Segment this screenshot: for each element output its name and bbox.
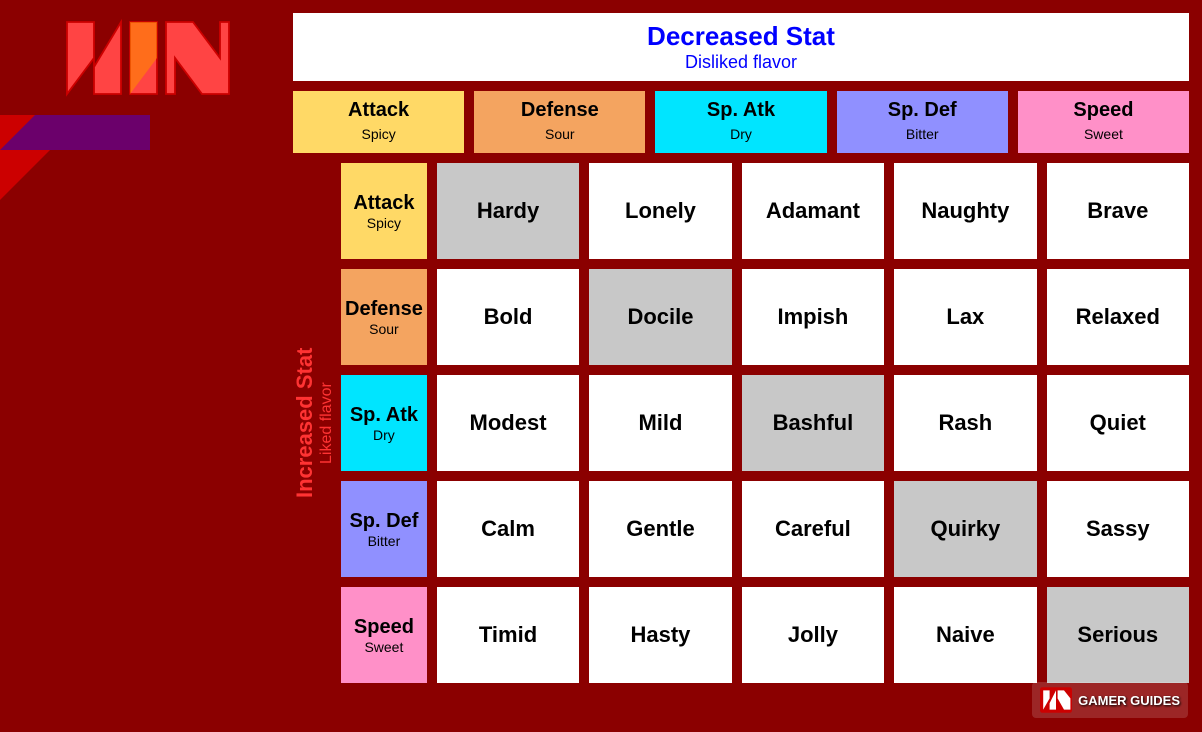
nature-cell-serious: Serious [1044,584,1192,686]
nature-cell-mild: Mild [586,372,734,474]
row-headers: Attack Spicy Defense Sour Sp. Atk Dry Sp… [338,160,430,686]
row-attack-flavor: Spicy [367,215,401,231]
nature-cell-adamant: Adamant [739,160,887,262]
row-header-spatk: Sp. Atk Dry [338,372,430,474]
decreased-stat-header: Decreased Stat Disliked flavor [290,10,1192,84]
main-container: Decreased Stat Disliked flavor Attack Sp… [0,0,1202,732]
disliked-flavor-subtitle: Disliked flavor [297,52,1185,73]
nature-cell-sassy: Sassy [1044,478,1192,580]
liked-flavor-text: Liked flavor [318,382,336,464]
nature-cell-hardy: Hardy [434,160,582,262]
col-spdef-stat: Sp. Def [888,99,957,121]
watermark-text: GAMER GUIDES [1078,693,1180,708]
col-spdef-flavor: Bitter [906,126,939,142]
grid-area: Increased Stat Liked flavor Attack Spicy… [290,160,1192,686]
col-speed-stat: Speed [1073,99,1133,121]
col-attack-stat: Attack [348,99,409,121]
row-speed-stat: Speed [354,616,414,639]
row-spdef-stat: Sp. Def [349,510,418,533]
row-header-speed: Speed Sweet [338,584,430,686]
nature-cell-hasty: Hasty [586,584,734,686]
nature-cell-docile: Docile [586,266,734,368]
nature-cell-quiet: Quiet [1044,372,1192,474]
nature-cell-bashful: Bashful [739,372,887,474]
table-row: CalmGentleCarefulQuirkySassy [434,478,1192,580]
col-defense-flavor: Sour [545,126,575,142]
col-header-spatk: Sp. Atk Dry [652,88,829,156]
row-spdef-flavor: Bitter [368,533,401,549]
nature-cell-naughty: Naughty [891,160,1039,262]
nature-cell-careful: Careful [739,478,887,580]
nature-cell-timid: Timid [434,584,582,686]
increased-stat-label: Increased Stat Liked flavor [290,160,338,686]
table-row: ModestMildBashfulRashQuiet [434,372,1192,474]
col-header-defense: Defense Sour [471,88,648,156]
row-header-attack: Attack Spicy [338,160,430,262]
nature-cell-rash: Rash [891,372,1039,474]
nature-cell-relaxed: Relaxed [1044,266,1192,368]
row-defense-stat: Defense [345,298,423,321]
col-speed-flavor: Sweet [1084,126,1123,142]
col-spatk-stat: Sp. Atk [707,99,775,121]
nature-cell-jolly: Jolly [739,584,887,686]
table-outer: Decreased Stat Disliked flavor Attack Sp… [290,10,1192,722]
col-attack-flavor: Spicy [361,126,395,142]
watermark: GAMER GUIDES [1032,682,1188,718]
logo-svg [58,13,238,103]
col-header-attack: Attack Spicy [290,88,467,156]
nature-cell-calm: Calm [434,478,582,580]
nature-cell-lonely: Lonely [586,160,734,262]
increased-stat-text: Increased Stat [292,348,318,498]
column-headers: Attack Spicy Defense Sour Sp. Atk Dry Sp… [290,88,1192,156]
row-speed-flavor: Sweet [364,639,403,655]
decreased-stat-title: Decreased Stat [297,21,1185,52]
nature-cell-gentle: Gentle [586,478,734,580]
col-header-speed: Speed Sweet [1015,88,1192,156]
row-header-spdef: Sp. Def Bitter [338,478,430,580]
nature-cell-lax: Lax [891,266,1039,368]
row-header-defense: Defense Sour [338,266,430,368]
table-row: HardyLonelyAdamantNaughtyBrave [434,160,1192,262]
col-header-spdef: Sp. Def Bitter [834,88,1011,156]
col-spatk-flavor: Dry [730,126,752,142]
row-attack-stat: Attack [353,192,414,215]
nature-cell-quirky: Quirky [891,478,1039,580]
col-defense-stat: Defense [521,99,599,121]
watermark-logo [1040,686,1072,714]
nature-cell-brave: Brave [1044,160,1192,262]
row-spatk-stat: Sp. Atk [350,404,418,427]
data-grid: HardyLonelyAdamantNaughtyBraveBoldDocile… [434,160,1192,686]
table-row: TimidHastyJollyNaiveSerious [434,584,1192,686]
table-row: BoldDocileImpishLaxRelaxed [434,266,1192,368]
row-spatk-flavor: Dry [373,427,395,443]
row-defense-flavor: Sour [369,321,399,337]
nature-cell-bold: Bold [434,266,582,368]
nature-cell-naive: Naive [891,584,1039,686]
logo-area [0,0,295,115]
nature-cell-modest: Modest [434,372,582,474]
nature-cell-impish: Impish [739,266,887,368]
